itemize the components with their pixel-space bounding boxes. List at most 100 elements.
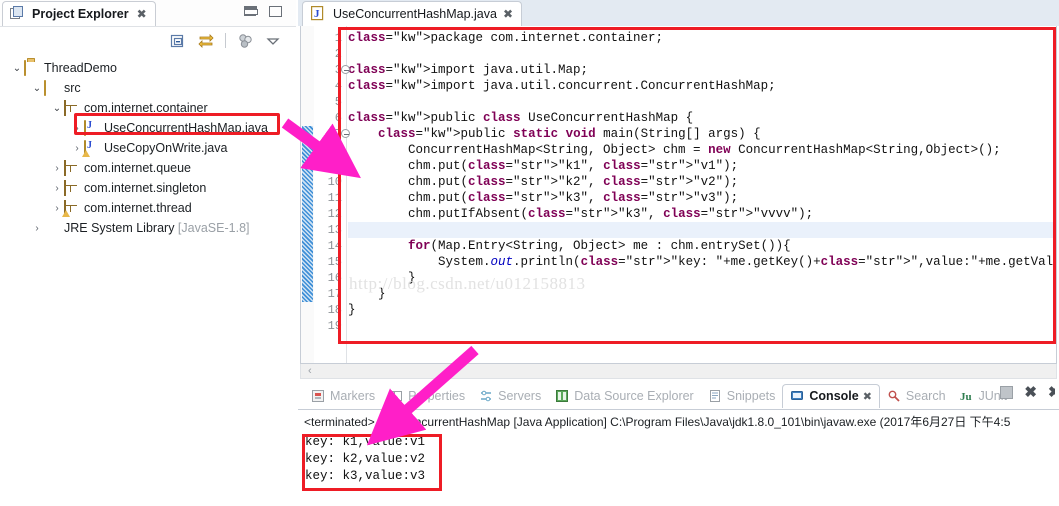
code-line-8[interactable]: ConcurrentHashMap<String, Object> chm = … (348, 142, 1001, 158)
tree-item-label: com.internet.thread (84, 201, 192, 215)
console-tab-markers[interactable]: Markers (304, 384, 382, 408)
fold-toggle-icon-line-3[interactable] (341, 65, 350, 74)
search-icon (887, 389, 902, 403)
tree-item-com-internet-queue[interactable]: › com.internet.queue (0, 158, 296, 178)
code-line-14[interactable]: for(Map.Entry<String, Object> me : chm.e… (348, 238, 791, 254)
line-number-8: 8 (334, 143, 342, 157)
link-with-editor-icon[interactable] (197, 32, 215, 50)
close-icon[interactable]: ✖ (503, 7, 513, 21)
code-line-17[interactable]: } (348, 286, 386, 302)
tree-item-com-internet-thread[interactable]: › com.internet.thread (0, 198, 296, 218)
package-warn-icon (62, 200, 81, 217)
console-tab-data-source-explorer[interactable]: Data Source Explorer (548, 384, 701, 408)
tree-item-useconcurrenthashmap-java[interactable]: › UseConcurrentHashMap.java (0, 118, 296, 138)
project-explorer-toolbar (0, 26, 296, 54)
console-body[interactable]: <terminated> UseConcurrentHashMap [Java … (298, 409, 1059, 506)
line-number-12: 12 (327, 207, 342, 221)
code-line-10[interactable]: chm.put(class="str">"k2", class="str">"v… (348, 174, 738, 190)
line-number-6: 6 (334, 111, 342, 125)
chevron-right-icon[interactable]: › (30, 223, 44, 234)
tree-item-com-internet-container[interactable]: ⌄ com.internet.container (0, 98, 296, 118)
snippets-icon (708, 389, 723, 403)
terminate-icon[interactable] (1000, 386, 1014, 399)
project-explorer-icon (9, 6, 26, 22)
code-line-6[interactable]: class="kw">public class UseConcurrentHas… (348, 110, 693, 126)
tab-project-explorer[interactable]: Project Explorer ✖ (2, 1, 156, 26)
tree-item-src[interactable]: ⌄ src (0, 78, 296, 98)
tree-item-label: ThreadDemo (44, 61, 117, 75)
project-tree[interactable]: ⌄ThreadDemo⌄src⌄com.internet.container›U… (0, 54, 296, 506)
line-number-4: 4 (334, 79, 342, 93)
line-number-18: 18 (327, 303, 342, 317)
view-menu-arrow-icon[interactable] (264, 32, 282, 50)
code-line-12[interactable]: chm.putIfAbsent(class="str">"k3", class=… (348, 206, 813, 222)
editor-tab-row: J UseConcurrentHashMap.java ✖ (298, 0, 1059, 26)
fold-toggle-icon-line-7[interactable] (341, 129, 350, 138)
package-icon (64, 100, 81, 116)
tab-useconcurrenthashmap-java[interactable]: J UseConcurrentHashMap.java ✖ (302, 1, 523, 26)
chevron-down-icon[interactable]: ⌄ (30, 83, 44, 94)
editor-horizontal-scrollbar[interactable]: ‹ (300, 364, 1057, 379)
console-view: Markers Properties Servers Data Source Expl… (298, 382, 1059, 506)
collapse-all-icon[interactable] (169, 32, 187, 50)
chevron-left-icon[interactable]: ‹ (308, 365, 312, 377)
code-line-3[interactable]: class="kw">import java.util.Map; (348, 62, 588, 78)
source-folder-icon (44, 80, 61, 96)
chevron-right-icon[interactable]: › (50, 183, 64, 194)
servers-icon (479, 389, 494, 403)
current-line-highlight (348, 222, 1056, 238)
line-number-2: 2 (334, 47, 342, 61)
chevron-right-icon[interactable]: › (70, 123, 84, 134)
console-tab-row: Markers Properties Servers Data Source Expl… (298, 382, 1059, 409)
line-number-14: 14 (327, 239, 342, 253)
editor-body[interactable]: 1 2 3 4 5 6 7 8 9 10 11 12 13 14 15 16 17 18 19 class="kw"… (300, 26, 1057, 364)
toolbar-separator (225, 33, 226, 48)
console-tab-snippets[interactable]: Snippets (701, 384, 783, 408)
close-icon[interactable]: ✖ (137, 7, 147, 21)
line-number-gutter: 1 2 3 4 5 6 7 8 9 10 11 12 13 14 15 16 17 18 19 (314, 26, 347, 363)
console-tab-properties[interactable]: Properties (382, 384, 472, 408)
chevron-down-icon[interactable]: ⌄ (10, 63, 24, 74)
chevron-right-icon[interactable]: › (50, 163, 64, 174)
console-tab-servers[interactable]: Servers (472, 384, 548, 408)
close-icon[interactable]: ✖ (863, 390, 872, 403)
console-tab-label: Console (809, 389, 859, 403)
tree-item-threaddemo[interactable]: ⌄ ThreadDemo (0, 58, 296, 78)
code-line-1[interactable]: class="kw">package com.internet.containe… (348, 30, 663, 46)
code-line-15[interactable]: System.out.println(class="str">"key: "+m… (348, 254, 1056, 270)
code-line-4[interactable]: class="kw">import java.util.concurrent.C… (348, 78, 776, 94)
remove-all-launches-icon[interactable]: ✖ (1048, 386, 1055, 399)
line-number-5: 5 (334, 95, 342, 109)
console-tab-label: Servers (498, 388, 542, 403)
changed-lines-marker (302, 126, 313, 302)
maximize-icon[interactable] (269, 6, 282, 17)
code-line-7[interactable]: class="kw">public static void main(Strin… (348, 126, 761, 142)
tree-item-label: com.internet.queue (84, 161, 192, 175)
package-icon (64, 180, 81, 196)
view-menu-icon[interactable] (236, 32, 254, 50)
code-line-9[interactable]: chm.put(class="str">"k1", class="str">"v… (348, 158, 738, 174)
junit-icon: Ju (960, 389, 975, 403)
line-number-16: 16 (327, 271, 342, 285)
tree-item-com-internet-singleton[interactable]: › com.internet.singleton (0, 178, 296, 198)
datasource-icon (555, 389, 570, 403)
console-output-line: key: k1,value:v1 (305, 435, 426, 449)
code-line-11[interactable]: chm.put(class="str">"k3", class="str">"v… (348, 190, 738, 206)
tree-item-jre-system-library[interactable]: › JRE System Library [JavaSE-1.8] (0, 218, 296, 238)
code-content[interactable]: class="kw">package com.internet.containe… (348, 26, 1056, 363)
code-line-18[interactable]: } (348, 302, 356, 318)
tree-item-usecopyonwrite-java[interactable]: ›UseCopyOnWrite.java (0, 138, 296, 158)
console-output: key: k1,value:v1 key: k2,value:v2 key: k3,… (305, 434, 425, 485)
jre-library-icon (44, 220, 61, 236)
console-tab-console[interactable]: Console ✖ (782, 383, 880, 408)
line-number-9: 9 (334, 159, 342, 173)
svg-text:Ju: Ju (960, 391, 972, 403)
tree-item-label: src (64, 81, 81, 95)
line-number-13: 13 (327, 223, 342, 237)
remove-launch-icon[interactable]: ✖ (1024, 385, 1037, 400)
chevron-down-icon[interactable]: ⌄ (50, 103, 64, 114)
tree-item-label: com.internet.container (84, 101, 208, 115)
code-line-16[interactable]: } (348, 270, 416, 286)
tree-item-label: JRE System Library [JavaSE-1.8] (64, 221, 250, 235)
console-tab-search[interactable]: Search (880, 384, 953, 408)
